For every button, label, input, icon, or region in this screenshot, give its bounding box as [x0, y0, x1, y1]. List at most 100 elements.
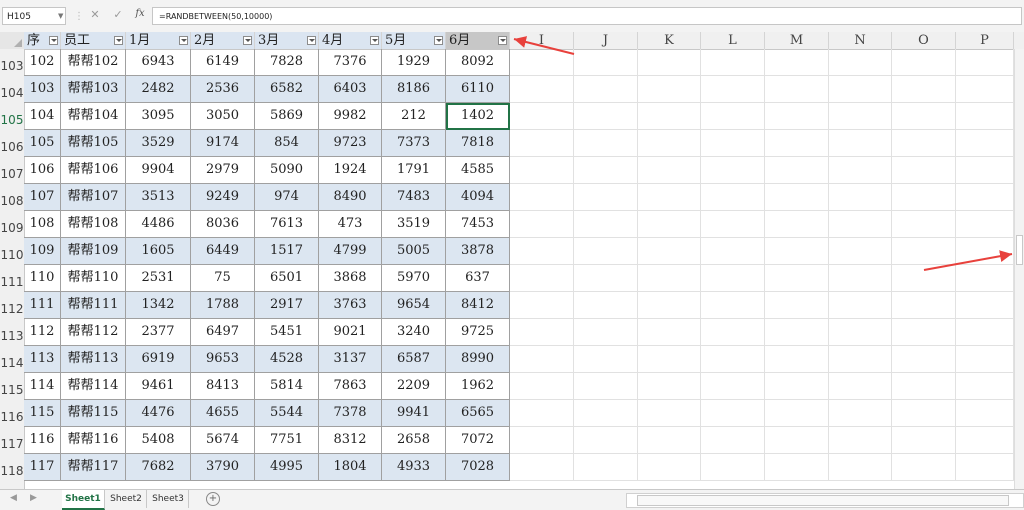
cell-C118[interactable]: 7682 — [126, 454, 191, 481]
horizontal-scroll-thumb[interactable] — [637, 495, 1009, 506]
cell-C116[interactable]: 4476 — [126, 400, 191, 427]
cell-A105[interactable]: 104 — [24, 103, 61, 130]
cell-P103[interactable] — [956, 49, 1014, 76]
cell-A118[interactable]: 117 — [24, 454, 61, 481]
cell-A112[interactable]: 111 — [24, 292, 61, 319]
cell-G118[interactable]: 4933 — [382, 454, 446, 481]
cell-P111[interactable] — [956, 265, 1014, 292]
cell-N116[interactable] — [829, 400, 892, 427]
cell-A116[interactable]: 115 — [24, 400, 61, 427]
cell-D110[interactable]: 6449 — [191, 238, 255, 265]
cell-K116[interactable] — [638, 400, 701, 427]
cell-M103[interactable] — [765, 49, 829, 76]
cell-M115[interactable] — [765, 373, 829, 400]
row-header-106[interactable]: 106 — [0, 130, 24, 157]
cell-H118[interactable]: 7028 — [446, 454, 510, 481]
cell-D116[interactable]: 4655 — [191, 400, 255, 427]
cell-E105[interactable]: 5869 — [255, 103, 319, 130]
row-header-113[interactable]: 113 — [0, 319, 24, 346]
row-header-109[interactable]: 109 — [0, 211, 24, 238]
column-header-G[interactable]: 5月 — [382, 32, 446, 49]
cell-I116[interactable] — [510, 400, 574, 427]
prev-sheet-icon[interactable]: ◀ — [10, 493, 17, 503]
cell-G116[interactable]: 9941 — [382, 400, 446, 427]
cell-C109[interactable]: 4486 — [126, 211, 191, 238]
sheet-tab-sheet3[interactable]: Sheet3 — [148, 490, 189, 508]
cell-L117[interactable] — [701, 427, 765, 454]
formula-input[interactable]: =RANDBETWEEN(50,10000) — [152, 7, 1022, 25]
cell-D114[interactable]: 9653 — [191, 346, 255, 373]
insert-function-icon[interactable]: fx — [133, 8, 147, 19]
column-header-A[interactable]: 序 — [24, 32, 61, 49]
column-header-H[interactable]: 6月 — [446, 32, 510, 49]
cell-O115[interactable] — [892, 373, 956, 400]
cell-O114[interactable] — [892, 346, 956, 373]
cell-N105[interactable] — [829, 103, 892, 130]
cell-M112[interactable] — [765, 292, 829, 319]
column-header-L[interactable]: L — [701, 32, 765, 49]
cell-B118[interactable]: 帮帮117 — [61, 454, 126, 481]
cell-G113[interactable]: 3240 — [382, 319, 446, 346]
cell-M104[interactable] — [765, 76, 829, 103]
cell-L109[interactable] — [701, 211, 765, 238]
cell-P105[interactable] — [956, 103, 1014, 130]
column-header-M[interactable]: M — [765, 32, 829, 49]
cell-M111[interactable] — [765, 265, 829, 292]
cell-O108[interactable] — [892, 184, 956, 211]
cell-J107[interactable] — [574, 157, 638, 184]
cell-K105[interactable] — [638, 103, 701, 130]
cell-H113[interactable]: 9725 — [446, 319, 510, 346]
cell-E116[interactable]: 5544 — [255, 400, 319, 427]
cell-M107[interactable] — [765, 157, 829, 184]
column-header-F[interactable]: 4月 — [319, 32, 382, 49]
cell-G117[interactable]: 2658 — [382, 427, 446, 454]
cell-E104[interactable]: 6582 — [255, 76, 319, 103]
cell-K118[interactable] — [638, 454, 701, 481]
cell-A113[interactable]: 112 — [24, 319, 61, 346]
cell-H110[interactable]: 3878 — [446, 238, 510, 265]
cell-D107[interactable]: 2979 — [191, 157, 255, 184]
cell-N118[interactable] — [829, 454, 892, 481]
cell-L113[interactable] — [701, 319, 765, 346]
cell-M109[interactable] — [765, 211, 829, 238]
cell-B103[interactable]: 帮帮102 — [61, 49, 126, 76]
cell-F108[interactable]: 8490 — [319, 184, 382, 211]
next-sheet-icon[interactable]: ▶ — [30, 493, 37, 503]
cell-J108[interactable] — [574, 184, 638, 211]
cell-D105[interactable]: 3050 — [191, 103, 255, 130]
cell-N103[interactable] — [829, 49, 892, 76]
cell-D109[interactable]: 8036 — [191, 211, 255, 238]
cell-G110[interactable]: 5005 — [382, 238, 446, 265]
cell-H103[interactable]: 8092 — [446, 49, 510, 76]
row-header-111[interactable]: 111 — [0, 265, 24, 292]
cell-F114[interactable]: 3137 — [319, 346, 382, 373]
cell-J117[interactable] — [574, 427, 638, 454]
cell-E110[interactable]: 1517 — [255, 238, 319, 265]
cell-L116[interactable] — [701, 400, 765, 427]
row-header-118[interactable]: 118 — [0, 454, 24, 481]
cell-C117[interactable]: 5408 — [126, 427, 191, 454]
cell-L118[interactable] — [701, 454, 765, 481]
cell-L112[interactable] — [701, 292, 765, 319]
cell-O117[interactable] — [892, 427, 956, 454]
filter-dropdown-icon[interactable] — [243, 36, 252, 45]
cell-N112[interactable] — [829, 292, 892, 319]
cell-E107[interactable]: 5090 — [255, 157, 319, 184]
cell-J118[interactable] — [574, 454, 638, 481]
cell-F112[interactable]: 3763 — [319, 292, 382, 319]
cell-I111[interactable] — [510, 265, 574, 292]
cell-O107[interactable] — [892, 157, 956, 184]
cell-K111[interactable] — [638, 265, 701, 292]
cell-A110[interactable]: 109 — [24, 238, 61, 265]
cell-F117[interactable]: 8312 — [319, 427, 382, 454]
cell-N104[interactable] — [829, 76, 892, 103]
cell-L110[interactable] — [701, 238, 765, 265]
cell-F113[interactable]: 9021 — [319, 319, 382, 346]
cell-B115[interactable]: 帮帮114 — [61, 373, 126, 400]
cell-B116[interactable]: 帮帮115 — [61, 400, 126, 427]
cell-G107[interactable]: 1791 — [382, 157, 446, 184]
cell-G108[interactable]: 7483 — [382, 184, 446, 211]
cell-P117[interactable] — [956, 427, 1014, 454]
cell-L105[interactable] — [701, 103, 765, 130]
filter-dropdown-icon[interactable] — [434, 36, 443, 45]
